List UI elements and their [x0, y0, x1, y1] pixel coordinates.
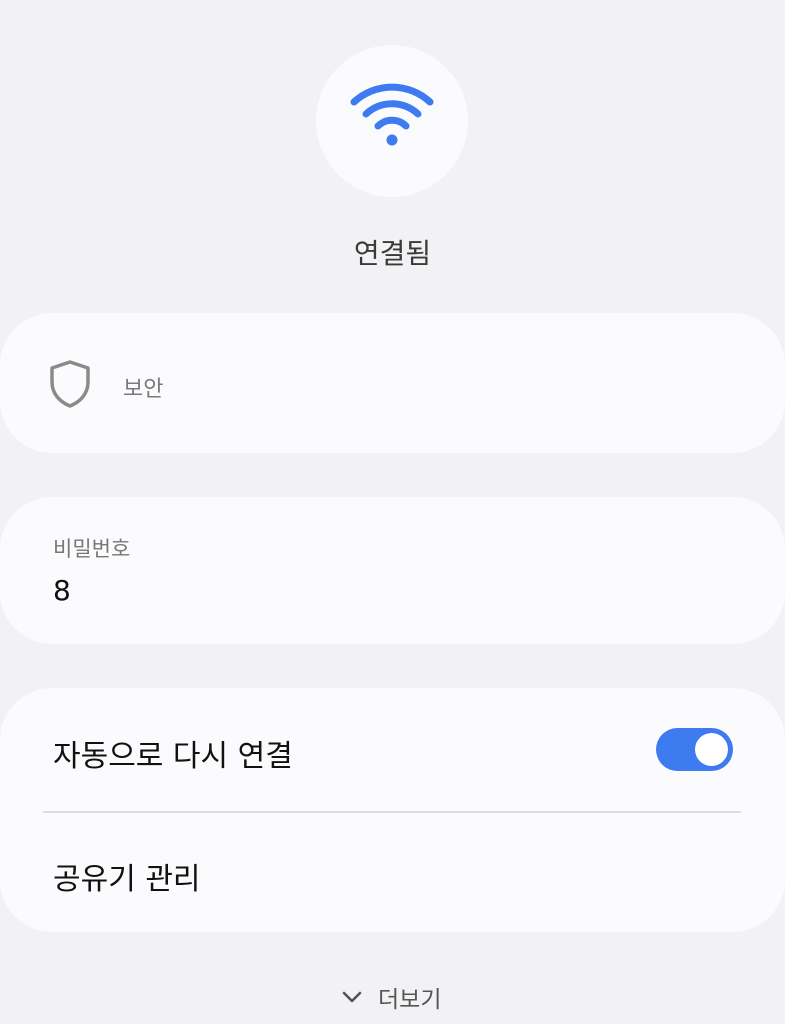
wifi-status-circle [316, 45, 468, 197]
connection-status: 연결됨 [353, 237, 432, 270]
security-card[interactable] [0, 313, 785, 453]
shield-icon [50, 360, 90, 408]
toggle-knob [695, 733, 728, 766]
password-label: 비밀번호 [53, 537, 131, 561]
chevron-down-icon [342, 991, 362, 1003]
wifi-icon [350, 83, 434, 146]
auto-reconnect-toggle[interactable] [656, 728, 733, 771]
auto-reconnect-label: 자동으로 다시 연결 [53, 739, 293, 774]
password-field[interactable]: 8 [53, 574, 71, 607]
security-label: 보안 [123, 377, 164, 402]
router-manage-label: 공유기 관리 [53, 862, 201, 897]
more-button[interactable]: 더보기 [340, 980, 441, 1014]
more-label: 더보기 [378, 987, 442, 1013]
password-card[interactable] [0, 497, 785, 644]
